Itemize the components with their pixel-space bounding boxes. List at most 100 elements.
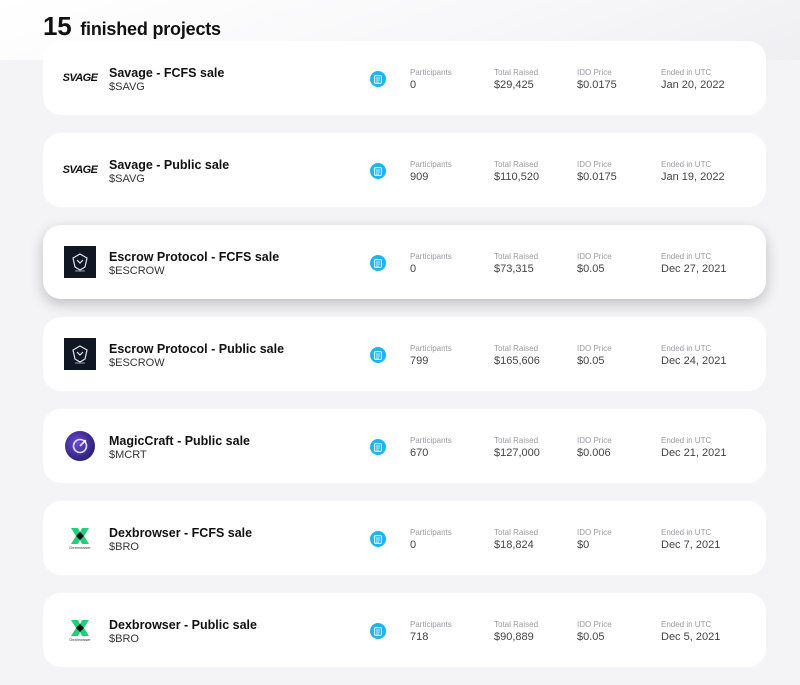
document-glyph <box>374 166 382 176</box>
document-glyph <box>374 350 382 360</box>
ido-price-value: $0.006 <box>577 447 611 459</box>
savage-logo: SVAGE <box>62 62 98 94</box>
document-glyph <box>374 534 382 544</box>
ido-price-value: $0.05 <box>577 355 605 367</box>
total-raised-value: $29,425 <box>494 79 534 91</box>
escrow-mark <box>72 345 88 364</box>
total-raised-value: $110,520 <box>494 171 540 183</box>
ended-stat: Ended in UTC Dec 7, 2021 <box>661 528 720 551</box>
escrow-logo <box>64 246 96 278</box>
magiccraft-logo-image <box>65 431 95 461</box>
dexbrowser-logo-text: Dexbrowser <box>69 637 91 642</box>
ido-price-stat: IDO Price $0.0175 <box>577 160 617 183</box>
savage-logo: SVAGE <box>63 154 98 186</box>
project-name[interactable]: Savage - FCFS sale <box>109 66 224 80</box>
participants-stat: Participants 718 <box>410 620 452 643</box>
project-card[interactable]: MagicCraft - Public sale $MCRT Participa… <box>43 409 766 483</box>
ido-price-label: IDO Price <box>577 344 612 353</box>
total-raised-stat: Total Raised $73,315 <box>494 252 538 275</box>
project-card[interactable]: Dexbrowser Dexbrowser - Public sale $BRO… <box>43 593 766 667</box>
project-ticker: $BRO <box>109 633 139 645</box>
project-list: SVAGE Savage - FCFS sale $SAVG Participa… <box>43 41 766 685</box>
document-icon[interactable] <box>370 163 386 179</box>
participants-stat: Participants 670 <box>410 436 452 459</box>
total-raised-label: Total Raised <box>494 528 539 537</box>
document-glyph <box>374 626 382 636</box>
total-raised-stat: Total Raised $18,824 <box>494 528 538 551</box>
participants-stat: Participants 799 <box>410 344 452 367</box>
participants-value: 799 <box>410 355 429 367</box>
ido-price-stat: IDO Price $0.0175 <box>577 68 617 91</box>
project-card[interactable]: Escrow Protocol - FCFS sale $ESCROW Part… <box>43 225 766 299</box>
project-ticker: $ESCROW <box>109 357 165 369</box>
project-name[interactable]: Dexbrowser - Public sale <box>109 618 257 632</box>
ended-label: Ended in UTC <box>661 436 712 445</box>
total-raised-label: Total Raised <box>494 344 539 353</box>
participants-label: Participants <box>410 160 452 169</box>
document-icon[interactable] <box>370 347 386 363</box>
project-ticker: $BRO <box>109 541 139 553</box>
ido-price-label: IDO Price <box>577 620 612 629</box>
dexbrowser-mark <box>71 620 89 636</box>
ido-price-label: IDO Price <box>577 528 612 537</box>
total-raised-stat: Total Raised $110,520 <box>494 160 539 183</box>
participants-label: Participants <box>410 436 452 445</box>
total-raised-value: $127,000 <box>494 447 540 459</box>
document-icon[interactable] <box>370 531 386 547</box>
project-name[interactable]: Savage - Public sale <box>109 158 229 172</box>
project-card[interactable]: Escrow Protocol - Public sale $ESCROW Pa… <box>43 317 766 391</box>
ended-label: Ended in UTC <box>661 528 712 537</box>
ended-value: Dec 27, 2021 <box>661 263 727 275</box>
participants-stat: Participants 909 <box>410 160 452 183</box>
ended-value: Dec 7, 2021 <box>661 539 721 551</box>
participants-value: 0 <box>410 79 417 91</box>
ido-price-value: $0.0175 <box>577 79 617 91</box>
ido-price-stat: IDO Price $0 <box>577 528 612 551</box>
escrow-logo-image <box>64 246 96 278</box>
dexbrowser-logo: Dexbrowser <box>64 522 96 554</box>
project-card[interactable]: Dexbrowser Dexbrowser - FCFS sale $BRO P… <box>43 501 766 575</box>
total-raised-label: Total Raised <box>494 68 539 77</box>
ended-label: Ended in UTC <box>661 68 712 77</box>
escrow-mark <box>72 253 88 272</box>
project-name[interactable]: Escrow Protocol - FCFS sale <box>109 250 279 264</box>
ido-price-stat: IDO Price $0.05 <box>577 620 612 643</box>
escrow-logo <box>64 338 96 370</box>
total-raised-stat: Total Raised $165,606 <box>494 344 540 367</box>
document-icon[interactable] <box>370 71 386 87</box>
participants-label: Participants <box>410 344 452 353</box>
project-count: 15 <box>43 11 72 41</box>
project-name[interactable]: Dexbrowser - FCFS sale <box>109 526 252 540</box>
ido-price-value: $0.05 <box>577 631 605 643</box>
ido-price-label: IDO Price <box>577 436 612 445</box>
total-raised-value: $73,315 <box>494 263 534 275</box>
participants-value: 0 <box>410 263 417 275</box>
ended-label: Ended in UTC <box>661 620 712 629</box>
magiccraft-logo <box>64 430 96 462</box>
ido-price-stat: IDO Price $0.006 <box>577 436 612 459</box>
project-name[interactable]: MagicCraft - Public sale <box>109 434 250 448</box>
project-name[interactable]: Escrow Protocol - Public sale <box>109 342 284 356</box>
project-card[interactable]: SVAGE Savage - FCFS sale $SAVG Participa… <box>43 41 766 115</box>
document-icon[interactable] <box>370 255 386 271</box>
ido-price-value: $0.0175 <box>577 171 617 183</box>
magiccraft-mark <box>72 438 88 454</box>
document-icon[interactable] <box>370 439 386 455</box>
project-card[interactable]: SVAGE Savage - Public sale $SAVG Partici… <box>43 133 766 207</box>
total-raised-value: $165,606 <box>494 355 540 367</box>
savage-logo-text: SVAGE <box>62 72 98 84</box>
project-ticker: $SAVG <box>109 81 145 93</box>
ended-value: Dec 5, 2021 <box>661 631 721 643</box>
ido-price-stat: IDO Price $0.05 <box>577 344 612 367</box>
ido-price-stat: IDO Price $0.05 <box>577 252 612 275</box>
project-ticker: $SAVG <box>109 173 145 185</box>
ended-label: Ended in UTC <box>661 252 712 261</box>
ended-stat: Ended in UTC Dec 21, 2021 <box>661 436 726 459</box>
ended-label: Ended in UTC <box>661 160 712 169</box>
total-raised-stat: Total Raised $29,425 <box>494 68 538 91</box>
ido-price-value: $0.05 <box>577 263 605 275</box>
total-raised-stat: Total Raised $90,889 <box>494 620 538 643</box>
ended-value: Dec 24, 2021 <box>661 355 727 367</box>
document-icon[interactable] <box>370 623 386 639</box>
participants-value: 718 <box>410 631 429 643</box>
